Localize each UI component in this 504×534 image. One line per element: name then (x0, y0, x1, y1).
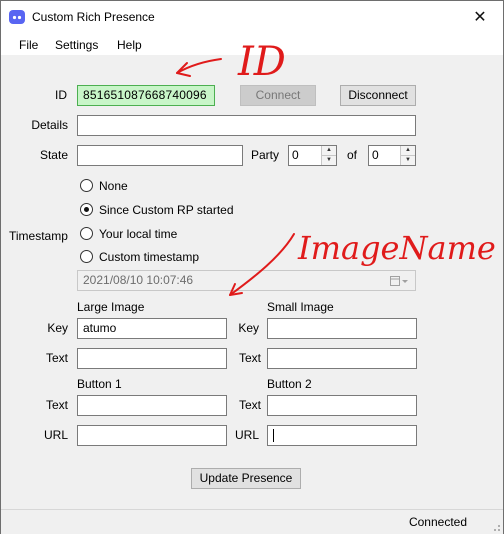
radio-since-started-label[interactable]: Since Custom RP started (99, 203, 234, 217)
id-label: ID (55, 88, 67, 102)
small-image-key-input[interactable] (267, 318, 417, 339)
button2-url-input[interactable] (267, 425, 417, 446)
menu-settings[interactable]: Settings (55, 38, 98, 52)
arrow-to-id-icon (176, 58, 222, 74)
party-size-stepper[interactable]: 0 ▲ ▼ (288, 145, 337, 166)
large-image-text-input[interactable] (77, 348, 227, 369)
button2-text-label: Text (238, 398, 261, 412)
menu-file[interactable]: File (19, 38, 38, 52)
app-window: Custom Rich Presence ✕ File Settings Hel… (0, 0, 504, 534)
details-label: Details (31, 118, 68, 132)
id-input[interactable]: 851651087668740096 (77, 85, 215, 106)
large-image-header: Large Image (77, 300, 145, 314)
of-label: of (347, 148, 358, 162)
discord-logo-icon (9, 10, 25, 24)
close-icon: ✕ (473, 9, 487, 26)
button1-url-label: URL (43, 428, 68, 442)
calendar-dropdown-icon[interactable] (390, 275, 410, 287)
radio-none-label[interactable]: None (99, 179, 128, 193)
menu-help[interactable]: Help (117, 38, 142, 52)
state-label: State (39, 148, 68, 162)
update-presence-button[interactable]: Update Presence (191, 468, 301, 489)
window-title: Custom Rich Presence (32, 10, 155, 24)
close-button[interactable]: ✕ (463, 5, 497, 29)
button1-url-input[interactable] (77, 425, 227, 446)
party-max-arrows[interactable]: ▲ ▼ (400, 146, 415, 165)
radio-since-started[interactable] (80, 203, 93, 216)
party-max-stepper[interactable]: 0 ▲ ▼ (368, 145, 416, 166)
caret-down-icon[interactable]: ▼ (401, 156, 415, 165)
button2-text-input[interactable] (267, 395, 417, 416)
resize-grip-icon[interactable] (491, 522, 501, 532)
button1-text-input[interactable] (77, 395, 227, 416)
button2-header: Button 2 (267, 377, 312, 391)
large-image-key-input[interactable]: atumo (77, 318, 227, 339)
party-size-arrows[interactable]: ▲ ▼ (321, 146, 336, 165)
small-image-text-input[interactable] (267, 348, 417, 369)
annotation-overlay: ID ImageName (176, 39, 496, 296)
image-name-annotation-text: ImageName (297, 229, 496, 267)
large-key-label: Key (47, 321, 68, 335)
party-size-value: 0 (292, 148, 299, 162)
title-bar: Custom Rich Presence ✕ (1, 1, 503, 33)
small-image-header: Small Image (267, 300, 334, 314)
status-bar: Connected (1, 509, 503, 534)
small-text-label: Text (238, 351, 261, 365)
datetime-value: 2021/08/10 10:07:46 (83, 273, 194, 287)
large-text-label: Text (45, 351, 68, 365)
menu-bar: File Settings Help (1, 33, 503, 55)
party-max-value: 0 (372, 148, 379, 162)
radio-local-time-label[interactable]: Your local time (99, 227, 177, 241)
details-input[interactable] (77, 115, 416, 136)
button1-header: Button 1 (77, 377, 122, 391)
connection-status: Connected (408, 515, 467, 529)
timestamp-label: Timestamp (9, 229, 68, 243)
party-label: Party (251, 148, 280, 162)
radio-custom-timestamp-label[interactable]: Custom timestamp (99, 250, 199, 264)
datetime-picker[interactable]: 2021/08/10 10:07:46 (77, 270, 416, 291)
caret-up-icon[interactable]: ▲ (401, 146, 415, 156)
state-input[interactable] (77, 145, 243, 166)
small-key-label: Key (238, 321, 259, 335)
button1-text-label: Text (45, 398, 68, 412)
caret-up-icon[interactable]: ▲ (322, 146, 336, 156)
text-cursor (273, 429, 274, 443)
caret-down-icon[interactable]: ▼ (322, 156, 336, 165)
radio-local-time[interactable] (80, 227, 93, 240)
connect-button[interactable]: Connect (240, 85, 316, 106)
radio-none[interactable] (80, 179, 93, 192)
disconnect-button[interactable]: Disconnect (340, 85, 416, 106)
button2-url-label: URL (234, 428, 259, 442)
radio-custom-timestamp[interactable] (80, 250, 93, 263)
